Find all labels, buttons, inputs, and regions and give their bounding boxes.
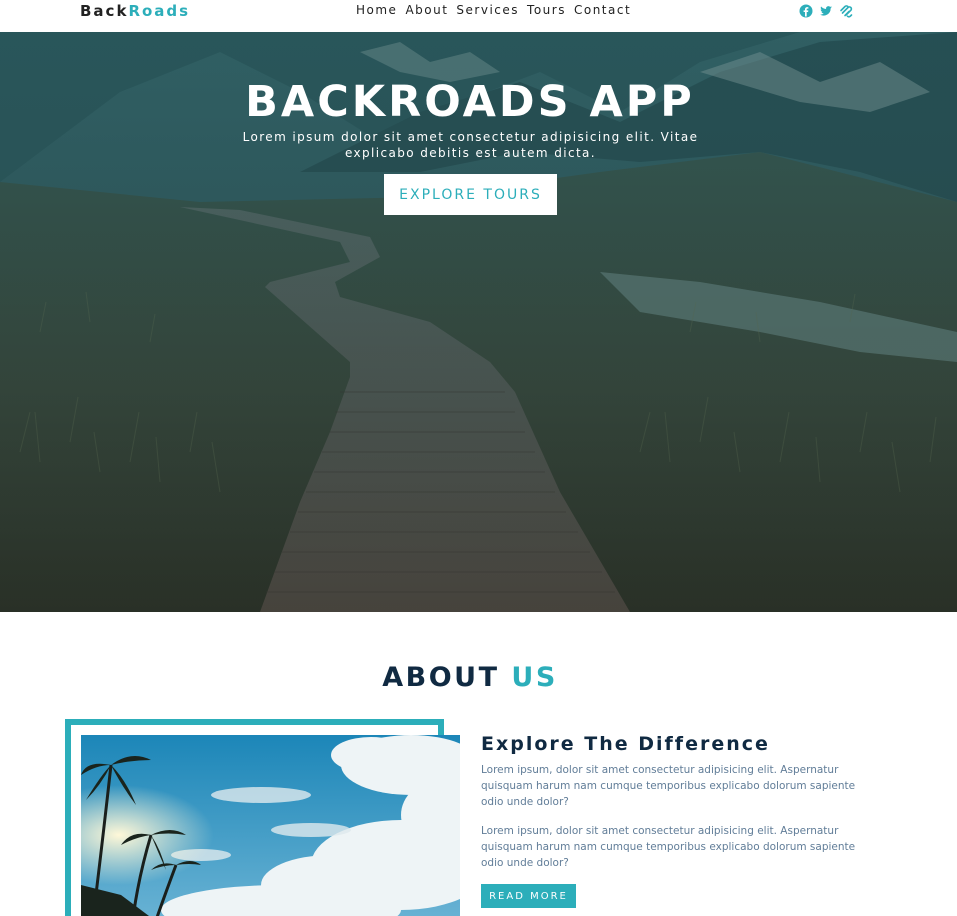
nav-link-services[interactable]: Services	[456, 3, 519, 17]
logo[interactable]: BackRoads	[80, 2, 190, 20]
navbar: BackRoads Home About Services Tours Cont…	[0, 0, 957, 32]
squarespace-icon[interactable]	[839, 3, 853, 18]
about-image	[81, 735, 460, 916]
about-title-part1: ABOUT	[382, 662, 500, 693]
hero-title: BACKROADS APP	[245, 77, 695, 127]
hero-section: BACKROADS APP Lorem ipsum dolor sit amet…	[0, 32, 957, 612]
about-title: ABOUT US	[0, 660, 940, 696]
nav-link-about[interactable]: About	[405, 3, 448, 17]
nav-links: Home About Services Tours Contact	[356, 3, 631, 17]
about-paragraph-2: Lorem ipsum, dolor sit amet consectetur …	[481, 825, 856, 869]
nav-link-tours[interactable]: Tours	[527, 3, 566, 17]
about-paragraph-1: Lorem ipsum, dolor sit amet consectetur …	[481, 764, 856, 808]
read-more-button[interactable]: READ MORE	[481, 884, 576, 908]
explore-tours-button[interactable]: EXPLORE TOURS	[384, 174, 557, 215]
nav-link-contact[interactable]: Contact	[574, 3, 631, 17]
about-title-part2: US	[511, 662, 558, 693]
about-heading: Explore The Difference	[481, 733, 770, 755]
nav-link-home[interactable]: Home	[356, 3, 397, 17]
logo-part-back: Back	[80, 2, 129, 20]
hero-text: Lorem ipsum dolor sit amet consectetur a…	[242, 130, 699, 160]
logo-part-roads: Roads	[128, 2, 191, 20]
twitter-icon[interactable]	[819, 3, 833, 17]
facebook-icon[interactable]	[799, 3, 813, 18]
social-icons	[799, 3, 853, 18]
